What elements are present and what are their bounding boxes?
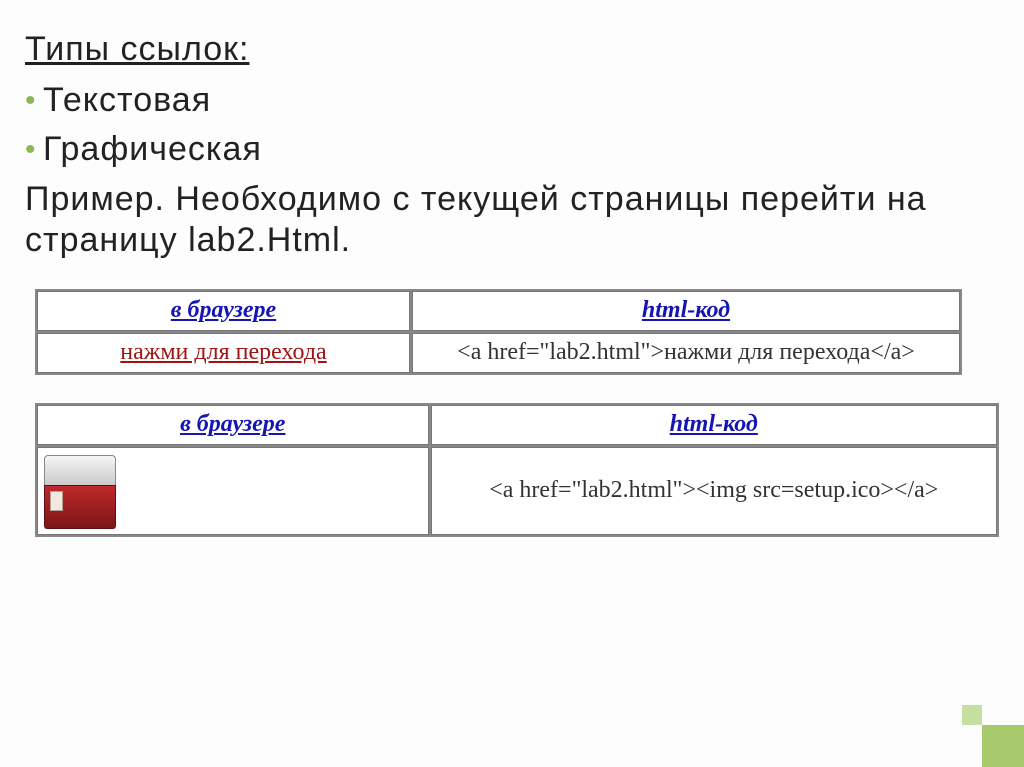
col-header-browser: в браузере [37, 291, 410, 331]
graphic-link-example-table: в браузере html-код <a href="lab2.html">… [35, 403, 999, 537]
slide-content: Типы ссылок: Текстовая Графическая Приме… [0, 0, 1024, 537]
browser-rendered-link: нажми для перехода [37, 333, 410, 373]
link-text[interactable]: нажми для перехода [120, 339, 326, 365]
text-link-example-table: в браузере html-код нажми для перехода <… [35, 289, 999, 375]
col-header-browser: в браузере [37, 405, 429, 445]
browser-rendered-icon-link [37, 447, 429, 535]
setup-icon[interactable] [44, 455, 114, 527]
bullet-graphic-link: Графическая [25, 130, 999, 169]
col-header-html-code: html-код [431, 405, 997, 445]
html-code-text-link: <a href="lab2.html">нажми для перехода</… [412, 333, 960, 373]
html-code-graphic-link: <a href="lab2.html"><img src=setup.ico><… [431, 447, 997, 535]
example-paragraph: Пример. Необходимо с текущей страницы пе… [25, 179, 999, 261]
heading-link-types: Типы ссылок: [25, 30, 999, 69]
bullet-text-link: Текстовая [25, 81, 999, 120]
col-header-html-code: html-код [412, 291, 960, 331]
